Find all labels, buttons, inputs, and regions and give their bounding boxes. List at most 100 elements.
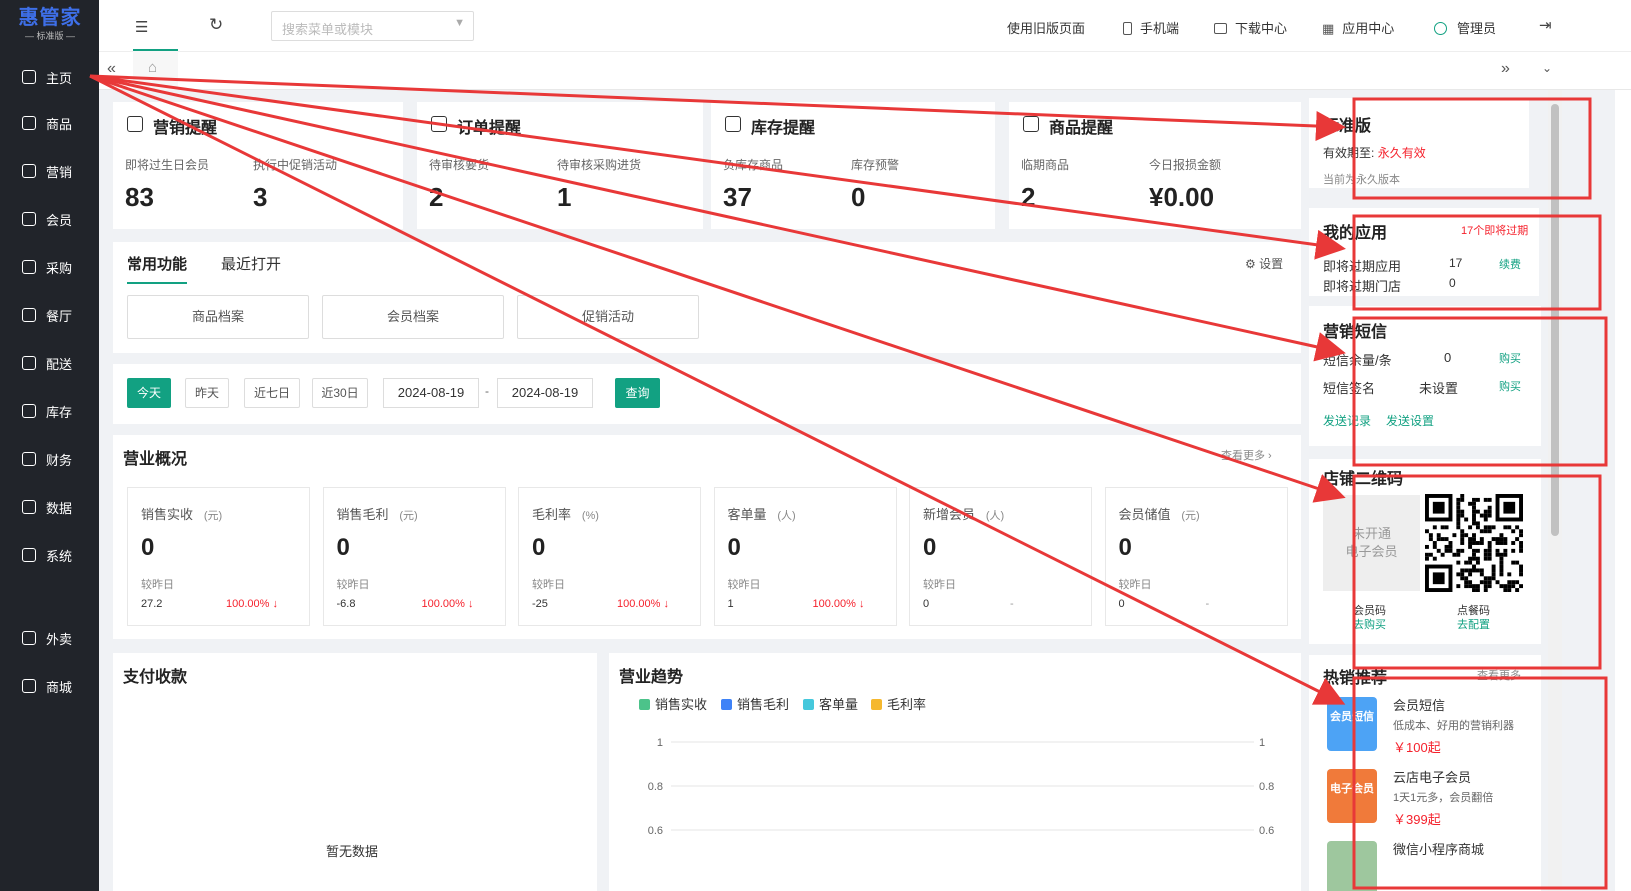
- metric-card: 客单量 (人) 0 较昨日 1 100.00% ↓: [713, 487, 897, 626]
- legend-swatch[interactable]: [803, 699, 814, 710]
- legend-label[interactable]: 销售实收: [655, 697, 707, 712]
- qr-module: [1519, 568, 1523, 573]
- metric-compare-label: 较昨日: [1118, 579, 1152, 591]
- reminder-value[interactable]: 83: [125, 182, 154, 213]
- legend-swatch[interactable]: [639, 699, 650, 710]
- search-input[interactable]: 搜索菜单或模块 ▼: [271, 11, 474, 41]
- sidebar-item-11[interactable]: 外卖: [0, 617, 99, 659]
- tab-home[interactable]: ⌂: [133, 49, 178, 90]
- overview-more-link[interactable]: 查看更多 ›: [1221, 447, 1272, 463]
- qr-module: [1472, 584, 1476, 589]
- shortcut-button[interactable]: 商品档案: [127, 295, 309, 339]
- tab-common-functions[interactable]: 常用功能: [127, 253, 188, 284]
- end-date-input[interactable]: 2024-08-19: [497, 378, 593, 408]
- buy-member-code-link[interactable]: 去购买: [1353, 616, 1386, 632]
- send-settings-link[interactable]: 发送设置: [1386, 412, 1434, 429]
- reminder-value[interactable]: ¥0.00: [1149, 182, 1214, 213]
- scrollbar-track[interactable]: [1548, 90, 1562, 891]
- takeout-icon: [22, 631, 36, 645]
- product-name[interactable]: 微信小程序商城: [1393, 839, 1484, 858]
- tab-recently-opened[interactable]: 最近打开: [221, 253, 281, 274]
- product-thumbnail[interactable]: 电子会员: [1327, 769, 1377, 823]
- date-range-button[interactable]: 近七日: [244, 378, 300, 408]
- tabs-scroll-left-icon[interactable]: «: [107, 60, 116, 78]
- sidebar-item-1[interactable]: 商品: [0, 102, 99, 144]
- sidebar-item-8[interactable]: 财务: [0, 438, 99, 480]
- payment-empty-text: 暂无数据: [326, 844, 379, 859]
- old-page-link[interactable]: 使用旧版页面: [1007, 18, 1085, 37]
- sidebar-item-4[interactable]: 采购: [0, 246, 99, 288]
- user-menu[interactable]: 管理员: [1434, 18, 1496, 37]
- configure-order-code-link[interactable]: 去配置: [1457, 616, 1490, 632]
- product-name[interactable]: 云店电子会员: [1393, 767, 1471, 786]
- product-thumbnail[interactable]: 会员短信: [1327, 697, 1377, 751]
- date-range-button[interactable]: 近30日: [312, 378, 368, 408]
- top-bar: ☰ ↻ 搜索菜单或模块 ▼ 使用旧版页面 手机端 下载中心 ▦ 应用中心 管理员 …: [99, 0, 1631, 52]
- finance-icon: [22, 452, 36, 466]
- sidebar-item-9[interactable]: 数据: [0, 486, 99, 528]
- hot-recommend-card: 热销推荐 查看更多 会员短信 会员短信 低成本、好用的营销利器 ￥100起 电子会员 云店…: [1309, 655, 1541, 891]
- sidebar-item-2[interactable]: 营销: [0, 150, 99, 192]
- trend-title: 营业趋势: [619, 669, 684, 686]
- tabs-menu-icon[interactable]: ⌄: [1542, 61, 1552, 75]
- metric-compare-label: 较昨日: [727, 579, 761, 591]
- sidebar-item-0[interactable]: 主页: [0, 56, 99, 98]
- sidebar-item-5[interactable]: 餐厅: [0, 294, 99, 336]
- reminder-value[interactable]: 37: [723, 182, 752, 213]
- reminder-value[interactable]: 3: [253, 182, 267, 213]
- qr-module: [1487, 552, 1492, 557]
- reminder-value[interactable]: 2: [1021, 182, 1035, 213]
- date-range-button[interactable]: 昨天: [185, 378, 229, 408]
- metric-previous-value: 0: [1118, 598, 1125, 610]
- legend-label[interactable]: 客单量: [819, 697, 858, 712]
- legend-swatch[interactable]: [871, 699, 882, 710]
- start-date-input[interactable]: 2024-08-19: [383, 378, 479, 408]
- tabs-scroll-right-icon[interactable]: »: [1501, 60, 1510, 78]
- buy-sms-link[interactable]: 购买: [1499, 350, 1521, 366]
- main-content: 营销提醒 即将过生日会员 83 执行中促销活动 3 订单提醒 待审核要货 2 待审核采购进货 1 库…: [99, 90, 1615, 891]
- buy-sms-link[interactable]: 购买: [1499, 378, 1521, 394]
- validity-row: 有效期至: 永久有效: [1323, 146, 1426, 160]
- reminder-value[interactable]: 0: [851, 182, 865, 213]
- apps-link[interactable]: ▦ 应用中心: [1322, 18, 1394, 37]
- sidebar-item-12[interactable]: 商城: [0, 665, 99, 707]
- download-link[interactable]: 下载中心: [1214, 18, 1287, 37]
- product-thumbnail[interactable]: [1327, 841, 1377, 891]
- send-records-link[interactable]: 发送记录: [1323, 412, 1371, 429]
- scrollbar-thumb[interactable]: [1551, 104, 1559, 536]
- qr-module: [1464, 533, 1469, 538]
- qr-module: [1519, 564, 1523, 569]
- legend-swatch[interactable]: [721, 699, 732, 710]
- query-button[interactable]: 查询: [615, 378, 660, 408]
- date-range-button[interactable]: 今天: [127, 378, 171, 408]
- qr-module: [1460, 494, 1465, 498]
- legend-label[interactable]: 毛利率: [887, 697, 926, 712]
- qr-module: [1491, 537, 1496, 542]
- qr-module: [1475, 568, 1480, 573]
- qr-module: [1507, 580, 1512, 585]
- menu-collapse-icon[interactable]: ☰: [135, 18, 148, 36]
- legend-label[interactable]: 销售毛利: [737, 697, 789, 712]
- hot-more-link[interactable]: 查看更多: [1477, 667, 1521, 683]
- qr-module: [1483, 517, 1488, 522]
- qr-module: [1487, 513, 1492, 518]
- refresh-icon[interactable]: ↻: [209, 15, 223, 35]
- qr-module: [1487, 509, 1492, 514]
- sidebar-item-3[interactable]: 会员: [0, 198, 99, 240]
- shortcut-button[interactable]: 促销活动: [517, 295, 699, 339]
- y-tick-label: 0.6: [1259, 825, 1274, 837]
- sidebar-item-7[interactable]: 库存: [0, 390, 99, 432]
- sidebar-item-6[interactable]: 配送: [0, 342, 99, 384]
- reminder-value[interactable]: 1: [557, 182, 571, 213]
- logout-icon[interactable]: ⇥: [1539, 16, 1552, 34]
- functions-settings-button[interactable]: ⚙ 设置: [1245, 255, 1283, 272]
- qr-module: [1487, 548, 1492, 553]
- qr-module: [1444, 544, 1449, 549]
- qr-module: [1495, 580, 1500, 585]
- mobile-link[interactable]: 手机端: [1123, 18, 1179, 37]
- renew-link[interactable]: 续费: [1499, 256, 1521, 272]
- product-name[interactable]: 会员短信: [1393, 695, 1445, 714]
- sidebar-item-10[interactable]: 系统: [0, 534, 99, 576]
- reminder-value[interactable]: 2: [429, 182, 443, 213]
- shortcut-button[interactable]: 会员档案: [322, 295, 504, 339]
